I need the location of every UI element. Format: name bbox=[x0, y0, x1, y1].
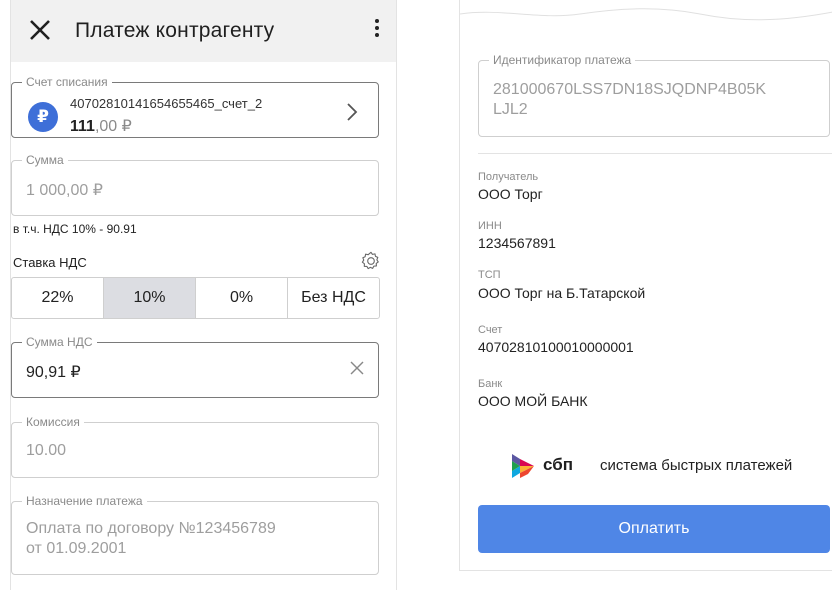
payment-form-screen: Платеж контрагенту Счет списания ₽ 40702… bbox=[10, 0, 397, 590]
commission-value: 10.00 bbox=[26, 442, 67, 459]
inn-value: 1234567891 bbox=[478, 235, 556, 251]
page-title: Платеж контрагенту bbox=[75, 19, 275, 42]
sbp-tagline: система быстрых платежей bbox=[600, 457, 793, 474]
vat-rate-segmented-control: 22% 10% 0% Без НДС bbox=[11, 277, 380, 319]
payment-purpose-line2: от 01.09.2001 bbox=[26, 540, 127, 557]
debit-account-label: Счет списания bbox=[22, 75, 112, 89]
sum-value: 1 000,00 ₽ bbox=[26, 182, 103, 199]
bank-label: Банк bbox=[478, 378, 503, 390]
recipient-account-value: 40702810100010000001 bbox=[478, 339, 634, 355]
account-balance-fraction: ,00 ₽ bbox=[94, 118, 132, 135]
inn-label: ИНН bbox=[478, 220, 502, 232]
vat-rate-option-2[interactable]: 0% bbox=[196, 278, 288, 318]
torn-edge bbox=[460, 8, 832, 21]
chevron-right-icon bbox=[347, 103, 358, 121]
sbp-brand: сбп система быстрых платежей bbox=[510, 450, 810, 480]
commission-field: Комиссия 10.00 bbox=[11, 415, 379, 478]
payment-id-field: Идентификатор платежа 281000670LSS7DN18S… bbox=[478, 53, 830, 137]
vat-rate-option-1[interactable]: 10% bbox=[104, 278, 196, 318]
sbp-wordmark: сбп bbox=[543, 455, 573, 474]
gear-icon[interactable] bbox=[360, 250, 382, 272]
payment-confirmation-screen: Идентификатор платежа 281000670LSS7DN18S… bbox=[459, 0, 832, 571]
commission-label: Комиссия bbox=[22, 415, 84, 429]
payment-purpose-line1: Оплата по договору №123456789 bbox=[26, 520, 276, 537]
recipient-value: ООО Торг bbox=[478, 186, 543, 202]
vat-sum-field[interactable]: Сумма НДС 90,91 ₽ bbox=[11, 335, 379, 398]
sum-label: Сумма bbox=[22, 153, 68, 167]
app-bar: Платеж контрагенту bbox=[11, 0, 396, 62]
more-options-icon[interactable] bbox=[370, 16, 384, 44]
divider bbox=[478, 153, 832, 154]
recipient-label: Получатель bbox=[478, 171, 539, 183]
account-balance: 111,00 ₽ bbox=[70, 116, 132, 136]
pay-button[interactable]: Оплатить bbox=[478, 505, 830, 553]
vat-rate-label: Ставка НДС bbox=[13, 255, 87, 270]
clear-icon[interactable] bbox=[350, 361, 364, 375]
tsp-value: ООО Торг на Б.Татарской bbox=[478, 285, 646, 301]
payment-id-line2: LJL2 bbox=[493, 101, 528, 118]
vat-sum-value: 90,91 ₽ bbox=[26, 364, 81, 381]
bank-value: ООО МОЙ БАНК bbox=[478, 393, 588, 409]
payment-purpose-label: Назначение платежа bbox=[22, 494, 147, 508]
vat-rate-option-0[interactable]: 22% bbox=[12, 278, 104, 318]
sbp-logo-icon bbox=[512, 454, 534, 478]
vat-rate-option-3[interactable]: Без НДС bbox=[288, 278, 379, 318]
recipient-account-label: Счет bbox=[478, 324, 503, 336]
payment-id-line1: 281000670LSS7DN18SJQDNP4B05K bbox=[493, 81, 767, 98]
payment-purpose-field[interactable]: Назначение платежа Оплата по договору №1… bbox=[11, 494, 379, 575]
payment-id-label: Идентификатор платежа bbox=[489, 53, 636, 67]
debit-account-selector[interactable]: Счет списания ₽ 40702810141654655465_сче… bbox=[11, 75, 379, 138]
close-icon[interactable] bbox=[27, 17, 53, 43]
tsp-label: ТСП bbox=[478, 269, 501, 281]
vat-included-note: в т.ч. НДС 10% - 90.91 bbox=[13, 222, 137, 236]
account-balance-int: 111 bbox=[70, 118, 95, 135]
ruble-icon: ₽ bbox=[28, 102, 58, 132]
vat-sum-label: Сумма НДС bbox=[22, 335, 97, 349]
account-number: 40702810141654655465_счет_2 bbox=[70, 96, 263, 111]
sum-field[interactable]: Сумма 1 000,00 ₽ bbox=[11, 153, 379, 216]
